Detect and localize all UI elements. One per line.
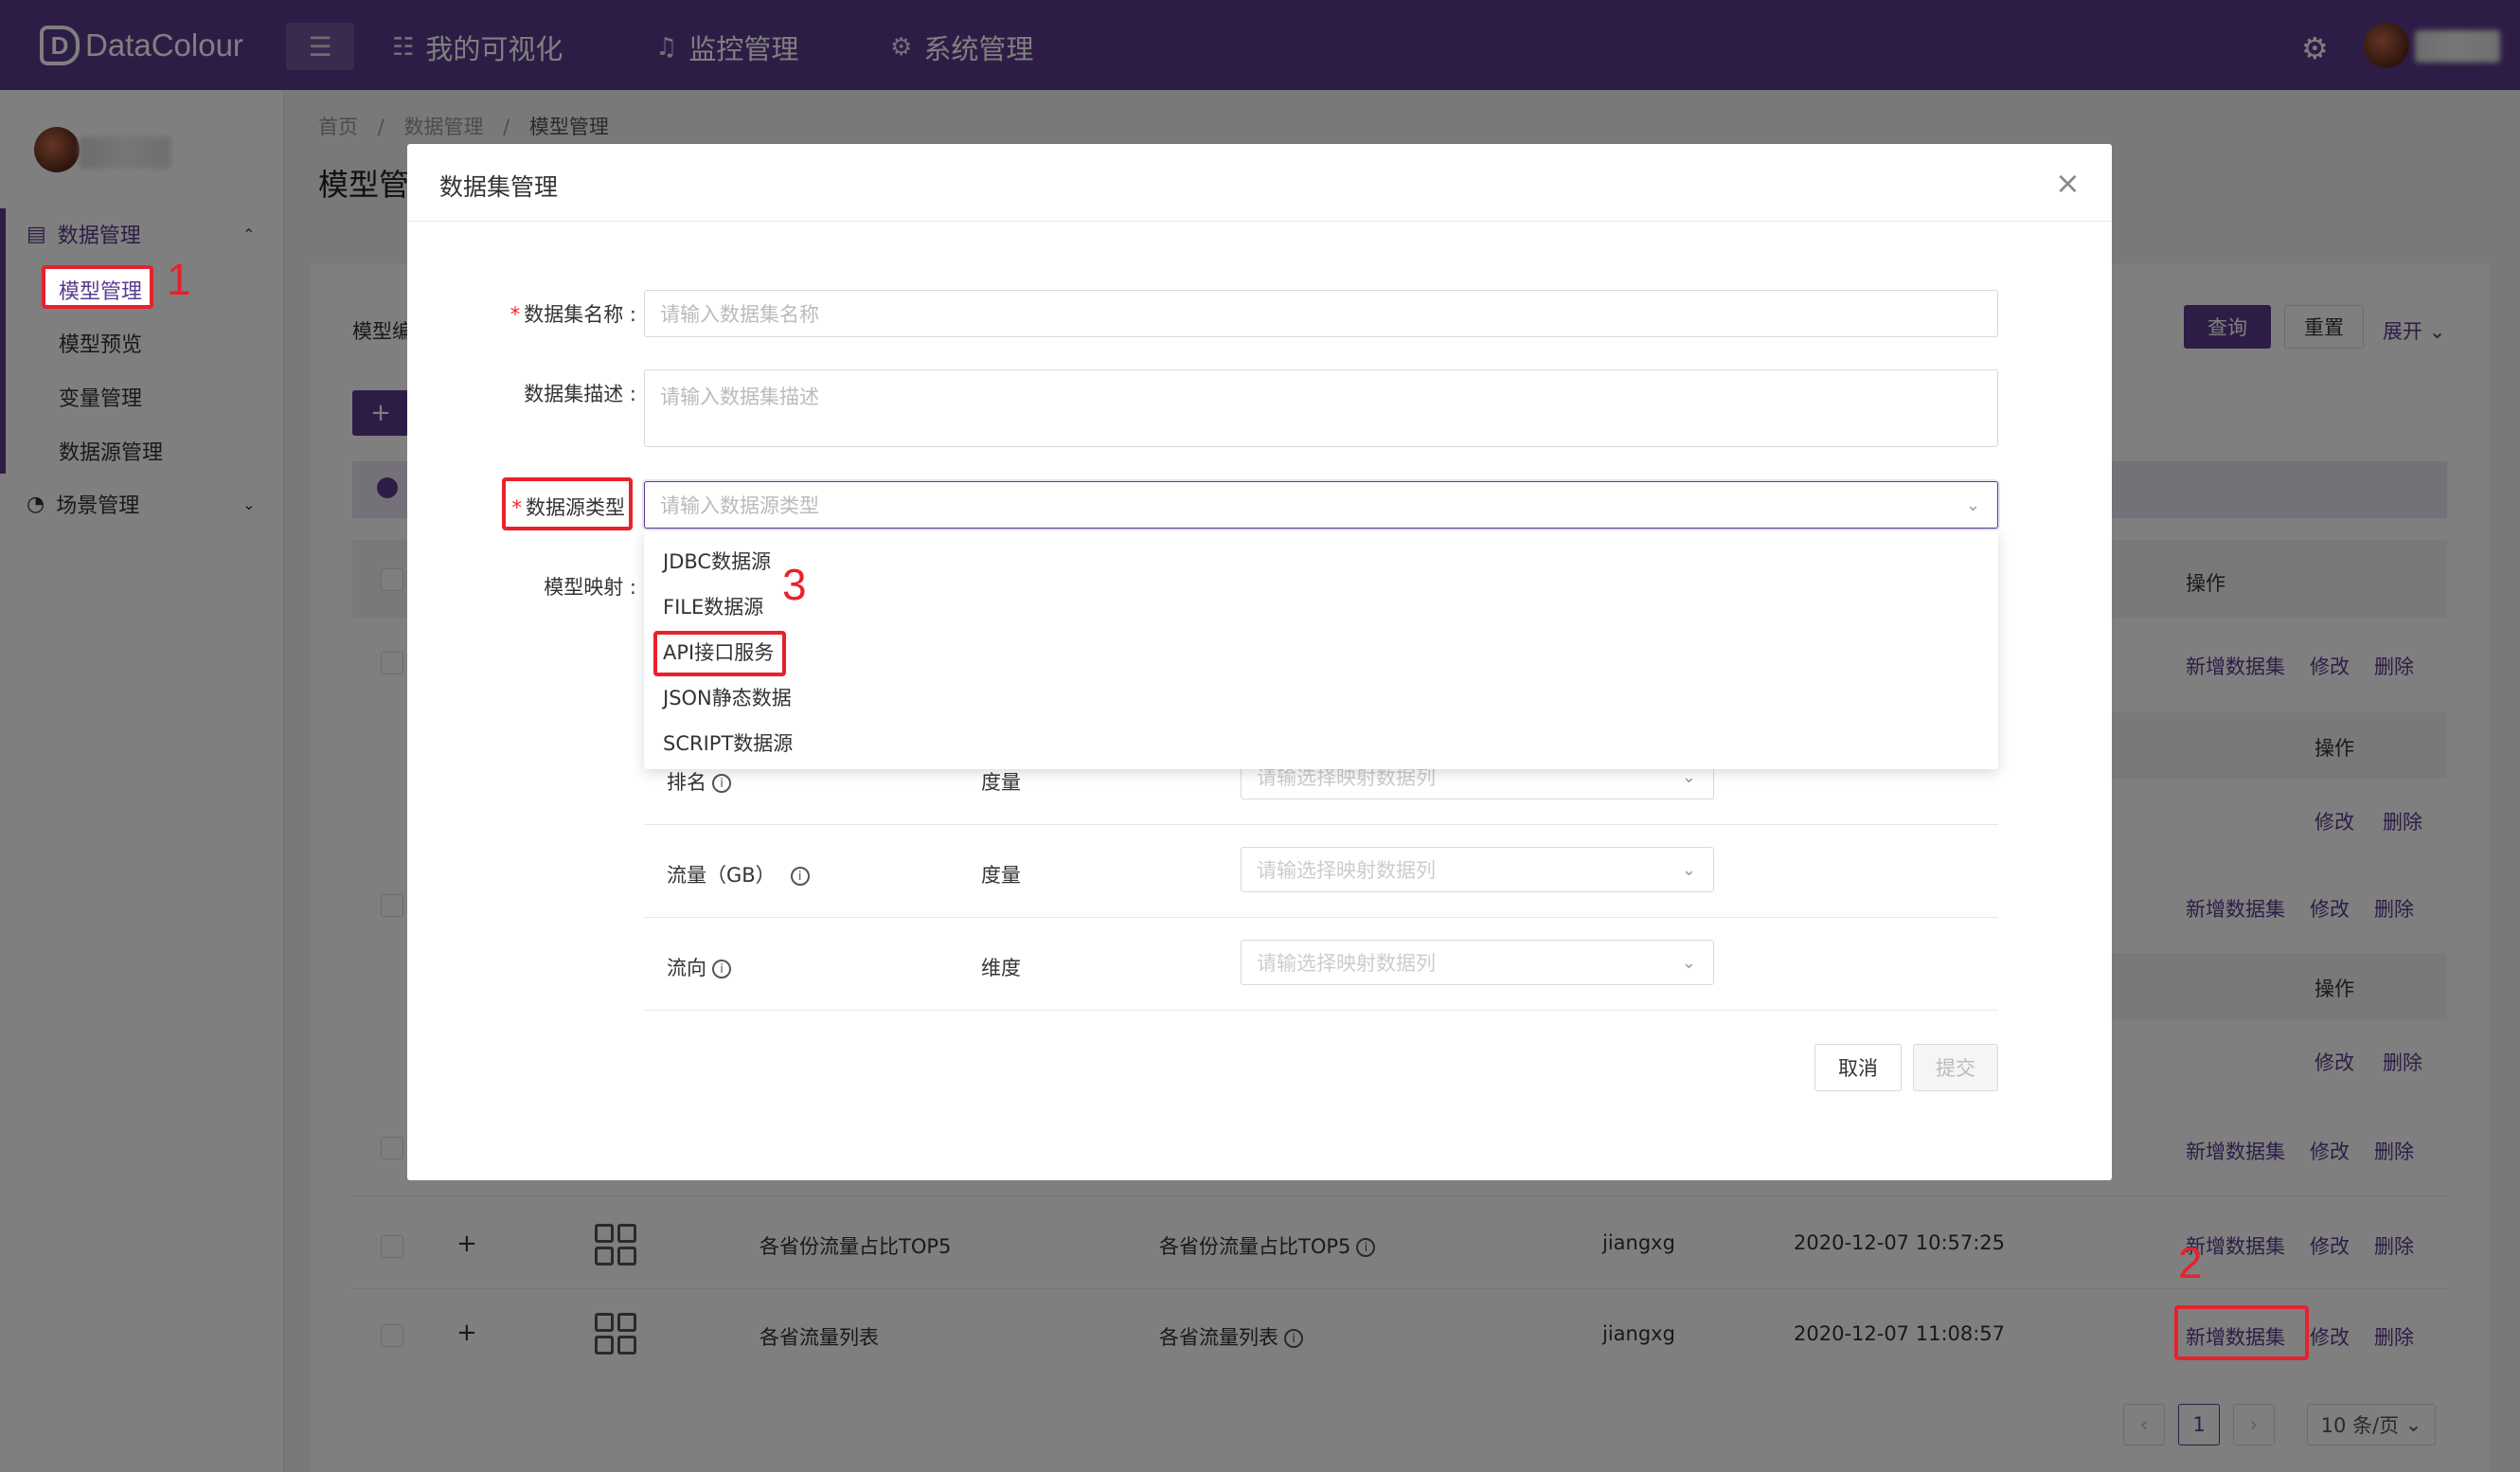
- select-placeholder: 请输入数据源类型: [660, 494, 819, 517]
- chevron-down-icon: ⌄: [1965, 494, 1980, 515]
- source-type-label: * 数据源类型: [407, 493, 626, 521]
- info-circle-icon: i: [790, 867, 810, 886]
- dataset-desc-label: 数据集描述 :: [524, 383, 636, 405]
- annotation-box-add-dataset: [2174, 1305, 2309, 1360]
- cancel-button[interactable]: 取消: [1814, 1044, 1902, 1091]
- info-circle-icon: i: [712, 960, 731, 978]
- source-type-select[interactable]: 请输入数据源类型 ⌄: [644, 481, 1998, 529]
- mapping-divider: [644, 917, 1998, 918]
- close-icon[interactable]: ×: [2055, 165, 2081, 201]
- chevron-down-icon: ⌄: [1681, 952, 1696, 973]
- required-mark: *: [511, 496, 523, 519]
- mapping-field: 排名 i: [667, 767, 731, 796]
- annotation-step-2: 2: [2178, 1238, 2203, 1287]
- mapping-divider: [644, 824, 1998, 825]
- option-jdbc[interactable]: JDBC数据源: [663, 542, 771, 580]
- model-mapping-label: 模型映射 :: [544, 576, 636, 599]
- option-file[interactable]: FILE数据源: [663, 587, 763, 625]
- option-script[interactable]: SCRIPT数据源: [663, 724, 793, 762]
- dataset-desc-textarea[interactable]: 请输入数据集描述: [644, 369, 1998, 447]
- option-api[interactable]: API接口服务: [663, 633, 774, 671]
- dialog-title: 数据集管理: [439, 173, 559, 201]
- required-mark: *: [509, 303, 521, 326]
- select-placeholder: 请输选择映射数据列: [1257, 859, 1436, 882]
- field-name: 排名: [667, 771, 706, 794]
- chevron-down-icon: ⌄: [1681, 859, 1696, 880]
- dataset-name-label: * 数据集名称 :: [407, 299, 636, 328]
- source-type-dropdown: JDBC数据源 FILE数据源 API接口服务 JSON静态数据 SCRIPT数…: [644, 530, 1998, 769]
- mapping-field: 流向 i: [667, 953, 731, 981]
- label-text: 数据源类型: [526, 496, 625, 519]
- mapping-type: 维度: [981, 957, 1021, 979]
- mapping-type: 度量: [981, 864, 1021, 887]
- label-text: 数据集名称 :: [524, 303, 636, 326]
- submit-button[interactable]: 提交: [1913, 1044, 1998, 1091]
- dialog-header: [407, 144, 2112, 222]
- mapping-column-select[interactable]: 请输选择映射数据列 ⌄: [1241, 940, 1714, 985]
- mapping-divider: [644, 1010, 1998, 1011]
- highlighted-sidebar-label: 模型管理: [59, 280, 143, 304]
- field-name: 流向: [667, 957, 706, 979]
- select-placeholder: 请输选择映射数据列: [1257, 952, 1436, 975]
- mapping-type: 度量: [981, 771, 1021, 794]
- mapping-column-select[interactable]: 请输选择映射数据列 ⌄: [1241, 847, 1714, 892]
- dataset-name-input[interactable]: 请输入数据集名称: [644, 290, 1998, 337]
- annotation-step-3: 3: [782, 560, 807, 609]
- mapping-field: 流量（GB） i: [667, 860, 810, 889]
- annotation-step-1: 1: [167, 255, 191, 304]
- chevron-down-icon: ⌄: [1681, 766, 1696, 787]
- option-json[interactable]: JSON静态数据: [663, 678, 792, 716]
- field-name: 流量（GB）: [667, 864, 776, 887]
- info-circle-icon: i: [712, 774, 731, 793]
